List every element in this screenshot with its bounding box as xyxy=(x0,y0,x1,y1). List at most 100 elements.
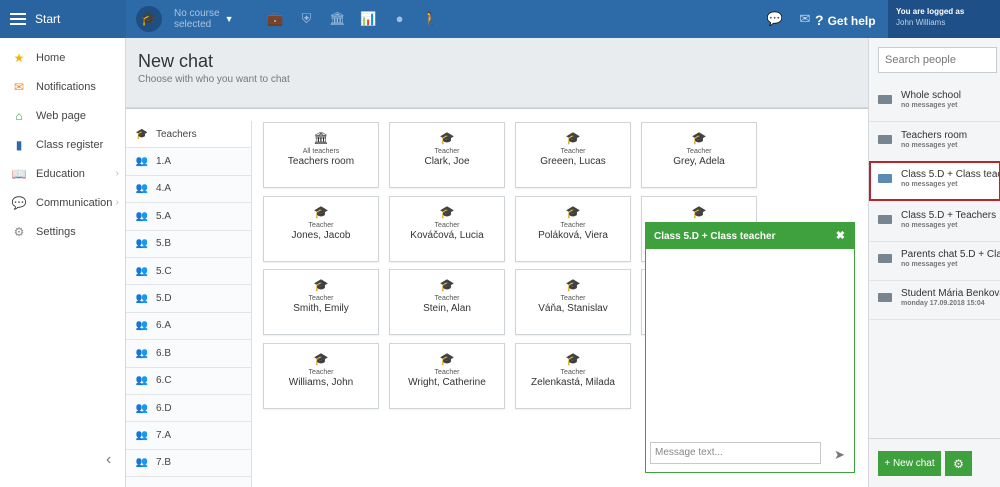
graduation-cap-icon: 🎓 xyxy=(313,205,329,219)
contact-card[interactable]: 🏛 All teachers Teachers room xyxy=(263,122,379,188)
help-label: Get help xyxy=(827,14,876,28)
group-label: 7.A xyxy=(156,429,172,441)
conversation-item[interactable]: Parents chat 5.D + Class teacherno messa… xyxy=(869,241,1000,281)
conversation-item[interactable]: Whole school no messages yet xyxy=(869,82,1000,122)
group-item[interactable]: 👥 6.D xyxy=(126,395,251,423)
group-item[interactable]: 👥 7.A xyxy=(126,422,251,450)
group-item[interactable]: 👥 7.B xyxy=(126,450,251,478)
help-button[interactable]: ? Get help xyxy=(815,12,876,28)
group-label: 5.A xyxy=(156,210,172,222)
group-item[interactable]: 👥 5.B xyxy=(126,231,251,258)
nav-label: Home xyxy=(36,51,66,64)
contact-card[interactable]: 🎓 Teacher Greeen, Lucas xyxy=(515,122,631,188)
collapse-sidebar-icon[interactable]: ‹ xyxy=(106,451,111,469)
card-name: Jones, Jacob xyxy=(291,230,351,241)
card-role: Teacher xyxy=(308,369,334,376)
card-role: Teacher xyxy=(560,148,586,155)
building-icon: 🏛 xyxy=(313,131,329,145)
nav-label: Settings xyxy=(36,225,76,238)
group-label: 5.D xyxy=(156,293,172,305)
nav-label: Education xyxy=(36,167,85,180)
right-toolbar-icons: 💬 ✉ xyxy=(760,11,820,27)
contact-card[interactable]: 🎓 Teacher Jones, Jacob xyxy=(263,196,379,262)
nav-item-education[interactable]: 📖 Education › xyxy=(0,159,125,188)
contact-card[interactable]: 🎓 Teacher Kováčová, Lucia xyxy=(389,196,505,262)
group-item[interactable]: 👥 5.C xyxy=(126,258,251,286)
graduation-cap-icon: 🎓 xyxy=(439,352,455,366)
nav-item-home[interactable]: ★ Home xyxy=(0,43,125,72)
chat-icon xyxy=(878,135,892,144)
register-icon: ▮ xyxy=(15,137,23,152)
card-role: All teachers xyxy=(302,148,340,155)
chat-window: Class 5.D + Class teacher ✖ Message text… xyxy=(645,222,855,473)
close-icon[interactable]: ✖ xyxy=(836,229,845,242)
search-people-input[interactable]: Search people xyxy=(878,47,997,73)
star-icon: ★ xyxy=(13,50,25,65)
briefcase-icon[interactable]: 💼 xyxy=(260,11,291,27)
conversation-item[interactable]: Student Mária Benková monday 17.09.2018 1… xyxy=(869,280,1000,320)
group-item[interactable]: 👥 1.A xyxy=(126,148,251,176)
contact-card[interactable]: 🎓 Teacher Zelenkastá, Milada xyxy=(515,343,631,409)
course-selector[interactable]: 🎓 No course selected ▼ xyxy=(136,6,234,32)
people-icon: 👥 xyxy=(135,183,149,195)
conversation-status: no messages yet xyxy=(901,261,958,268)
conversation-item-active[interactable]: Class 5.D + Class teacherno messages yet xyxy=(869,161,1000,201)
start-button[interactable]: Start xyxy=(0,0,126,38)
panel-footer: + New chat ⚙ xyxy=(869,438,1000,487)
nav-label: Communication xyxy=(36,196,113,209)
user-info[interactable]: You are logged as John Williams xyxy=(888,0,1000,38)
contact-card[interactable]: 🎓 Teacher Wright, Catherine xyxy=(389,343,505,409)
contact-card[interactable]: 🎓 Teacher Váňa, Stanislav xyxy=(515,269,631,335)
chevron-right-icon: › xyxy=(115,197,119,208)
group-label: 4.A xyxy=(156,183,172,195)
course-line1: No course xyxy=(174,8,220,19)
contact-card[interactable]: 🎓 Teacher Clark, Joe xyxy=(389,122,505,188)
start-label: Start xyxy=(35,12,61,26)
new-chat-button[interactable]: + New chat xyxy=(878,451,941,476)
contact-card[interactable]: 🎓 Teacher Smith, Emily xyxy=(263,269,379,335)
group-item[interactable]: 👥 5.D xyxy=(126,285,251,313)
card-role: Teacher xyxy=(434,222,460,229)
nav-item-class-register[interactable]: ▮ Class register xyxy=(0,130,125,159)
people-icon: 👥 xyxy=(135,375,149,387)
bank-icon[interactable]: 🏛 xyxy=(322,11,353,27)
group-item[interactable]: 👥 4.A xyxy=(126,176,251,204)
gear-icon[interactable]: ⚙ xyxy=(945,451,972,476)
bar-chart-icon[interactable]: 📊 xyxy=(353,11,384,27)
card-name: Clark, Joe xyxy=(424,156,470,167)
group-item[interactable]: 👥 6.C xyxy=(126,368,251,395)
people-icon: 👥 xyxy=(135,238,149,250)
send-icon[interactable]: ➤ xyxy=(834,447,845,463)
conversation-item[interactable]: Teachers room no messages yet xyxy=(869,122,1000,162)
group-item-teachers[interactable]: 🎓 Teachers xyxy=(126,121,251,149)
group-label: 6.D xyxy=(156,402,172,414)
chat-icon[interactable]: 💬 xyxy=(760,11,790,27)
contact-card[interactable]: 🎓 Teacher Poláková, Viera xyxy=(515,196,631,262)
group-label: 6.A xyxy=(156,320,172,332)
contact-card[interactable]: 🎓 Teacher Williams, John xyxy=(263,343,379,409)
chat-icon xyxy=(878,293,892,302)
shield-icon[interactable]: ⛨ xyxy=(291,11,322,27)
badge-icon[interactable]: ● xyxy=(384,11,415,27)
nav-item-web-page[interactable]: ⌂ Web page xyxy=(0,101,125,130)
card-role: Teacher xyxy=(560,369,586,376)
walking-people-icon[interactable]: 🚶 xyxy=(415,11,446,27)
contact-card[interactable]: 🎓 Teacher Stein, Alan xyxy=(389,269,505,335)
nav-label: Notifications xyxy=(36,80,96,93)
people-icon: 👥 xyxy=(135,210,149,222)
contact-card[interactable]: 🎓 Teacher Grey, Adela xyxy=(641,122,757,188)
card-name: Poláková, Viera xyxy=(538,230,608,241)
graduation-cap-icon: 🎓 xyxy=(313,352,329,366)
nav-item-notifications[interactable]: ✉ Notifications xyxy=(0,72,125,101)
graduation-cap-icon: 🎓 xyxy=(439,205,455,219)
conversation-item[interactable]: Class 5.D + Teachers no messages yet xyxy=(869,202,1000,242)
group-item[interactable]: 👥 5.A xyxy=(126,203,251,231)
nav-item-communication[interactable]: 💬 Communication › xyxy=(0,188,125,217)
group-item[interactable]: 👥 6.A xyxy=(126,313,251,341)
conversation-title: Student Mária Benková xyxy=(901,288,1000,299)
group-item[interactable]: 👥 6.B xyxy=(126,340,251,368)
nav-item-settings[interactable]: ⚙ Settings xyxy=(0,217,125,246)
message-input[interactable]: Message text... xyxy=(650,442,821,464)
conversation-status: no messages yet xyxy=(901,142,958,149)
card-name: Zelenkastá, Milada xyxy=(531,377,615,388)
